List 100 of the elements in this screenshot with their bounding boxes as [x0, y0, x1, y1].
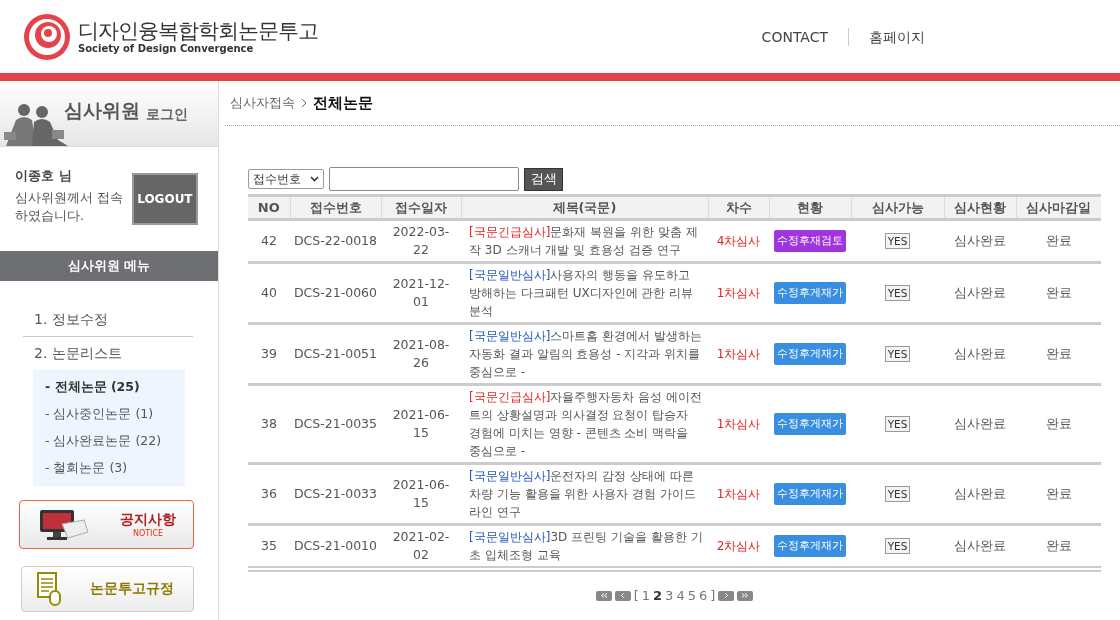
- paper-title-link[interactable]: [국문일반심사]3D 프린팅 기술을 활용한 기초 입체조형 교육: [469, 528, 704, 564]
- table-cell: 심사완료: [944, 219, 1016, 263]
- table-cell: DCS-21-0035: [290, 384, 381, 464]
- page-link[interactable]: 4: [676, 588, 685, 603]
- review-yes-button[interactable]: YES: [884, 233, 911, 249]
- paper-title-link[interactable]: [국문긴급심사]자율주행자동차 음성 에이전트의 상황설명과 의사결정 요청이 탑승자 경험에 미치는 영향 - 콘텐츠 소비 맥락을 중심으로 -: [469, 388, 704, 460]
- column-header: 차수: [708, 195, 769, 220]
- column-header: 심사가능: [851, 195, 944, 220]
- monitor-icon: [38, 507, 90, 542]
- review-yes-button[interactable]: YES: [884, 346, 911, 362]
- review-yes-button[interactable]: YES: [884, 538, 911, 554]
- review-yes-button[interactable]: YES: [884, 486, 911, 502]
- review-round: 1차심사: [716, 487, 761, 501]
- status-badge: 수정후재검토: [774, 230, 846, 252]
- table-cell: 완료: [1016, 262, 1101, 324]
- first-page-button[interactable]: [595, 590, 612, 601]
- table-cell: 35: [248, 524, 290, 569]
- column-header: 심사마감일: [1016, 195, 1101, 220]
- double-chevron-left-icon: [599, 593, 608, 598]
- menu-item[interactable]: 2. 논문리스트: [23, 337, 193, 370]
- table-cell: DCS-21-0010: [290, 524, 381, 569]
- page-link[interactable]: 5: [687, 588, 696, 603]
- paper-title-link[interactable]: [국문일반심사]사용자의 행동을 유도하고 방해하는 다크패턴 UX디자인에 관한 리뷰 분석: [469, 266, 704, 320]
- submenu-item[interactable]: - 전체논문 (25): [33, 374, 185, 401]
- column-header: 접수일자: [381, 195, 461, 220]
- table-cell: 심사완료: [944, 262, 1016, 324]
- column-header: 제목(국문): [461, 195, 708, 220]
- review-yes-button[interactable]: YES: [884, 416, 911, 432]
- menu-title: 심사위원 메뉴: [0, 251, 218, 281]
- notice-button[interactable]: 공지사항 NOTICE: [19, 500, 194, 549]
- table-cell: DCS-22-0018: [290, 219, 381, 263]
- table-cell: 심사완료: [944, 463, 1016, 525]
- search-type-select[interactable]: 접수번호: [248, 169, 324, 189]
- column-header: 접수번호: [290, 195, 381, 220]
- table-cell: 36: [248, 463, 290, 525]
- table-cell: 2021-12-01: [381, 262, 461, 324]
- logout-button[interactable]: LOGOUT: [131, 173, 198, 225]
- document-mouse-icon: [36, 571, 64, 607]
- paper-title-link[interactable]: [국문일반심사]스마트홈 환경에서 발생하는 자동화 결과 알림의 효용성 - 지각과 위치를 중심으로 -: [469, 327, 704, 381]
- table-cell: 42: [248, 219, 290, 263]
- chevron-right-icon: [301, 98, 307, 108]
- login-title: 심사위원: [64, 98, 140, 123]
- page-link[interactable]: 3: [665, 588, 674, 603]
- login-suffix: 로그인: [146, 106, 188, 124]
- table-cell: 완료: [1016, 463, 1101, 525]
- double-chevron-right-icon: [741, 593, 750, 598]
- submenu-item[interactable]: - 심사중인논문 (1): [33, 401, 185, 428]
- table-cell: 2021-06-15: [381, 384, 461, 464]
- rules-button[interactable]: 논문투고규정: [21, 566, 194, 612]
- prev-page-button[interactable]: [614, 590, 631, 601]
- nav-link[interactable]: 홈페이지: [848, 27, 945, 46]
- table-cell: 완료: [1016, 384, 1101, 464]
- table-cell: 39: [248, 323, 290, 385]
- submenu-item[interactable]: - 심사완료논문 (22): [33, 428, 185, 455]
- logo-title: 디자인융복합학회논문투고: [78, 19, 318, 43]
- page-link[interactable]: 1: [641, 588, 651, 603]
- submenu-item[interactable]: - 철회논문 (3): [33, 455, 185, 482]
- next-page-button[interactable]: [718, 590, 735, 601]
- table-cell: 완료: [1016, 219, 1101, 263]
- table-cell: 완료: [1016, 524, 1101, 569]
- breadcrumb-link[interactable]: 심사자접속: [230, 94, 295, 112]
- last-page-button[interactable]: [737, 590, 754, 601]
- user-message: 심사위원께서 접속하였습니다.: [15, 189, 124, 225]
- status-badge: 수정후게재가: [774, 343, 846, 365]
- table-cell: 2022-03-22: [381, 219, 461, 263]
- table-cell: DCS-21-0033: [290, 463, 381, 525]
- status-badge: 수정후게재가: [774, 413, 846, 435]
- table-cell: 2021-02-02: [381, 524, 461, 569]
- review-yes-button[interactable]: YES: [884, 285, 911, 301]
- page-link[interactable]: 2: [653, 588, 663, 603]
- search-button[interactable]: 검색: [524, 167, 563, 191]
- column-header: 현황: [769, 195, 851, 220]
- chevron-right-icon: [723, 593, 729, 598]
- review-round: 1차심사: [716, 286, 761, 300]
- menu-item[interactable]: 1. 정보수정: [23, 303, 193, 337]
- select-value: 접수번호: [253, 170, 301, 188]
- table-cell: 2021-06-15: [381, 463, 461, 525]
- table-cell: 심사완료: [944, 384, 1016, 464]
- table-cell: DCS-21-0051: [290, 323, 381, 385]
- bracket: ]: [710, 588, 716, 603]
- user-name: 이종호 님: [15, 167, 73, 185]
- table-cell: 2021-08-26: [381, 323, 461, 385]
- status-badge: 수정후게재가: [774, 535, 846, 557]
- review-round: 2차심사: [716, 539, 761, 553]
- review-round: 1차심사: [716, 347, 761, 361]
- table-cell: 심사완료: [944, 323, 1016, 385]
- paper-title-link[interactable]: [국문긴급심사]문화재 복원을 위한 맞춤 제작 3D 스캐너 개발 및 효용성 검증 연구: [469, 223, 704, 259]
- table-cell: 완료: [1016, 323, 1101, 385]
- page-link[interactable]: 6: [698, 588, 708, 603]
- paper-title-link[interactable]: [국문일반심사]운전자의 감정 상태에 따른 차량 기능 활용을 위한 사용자 경험 가이드라인 연구: [469, 467, 704, 521]
- search-field[interactable]: [329, 167, 519, 191]
- review-round: 4차심사: [716, 234, 761, 248]
- table-cell: DCS-21-0060: [290, 262, 381, 324]
- caret-icon: [310, 176, 319, 182]
- table-cell: 심사완료: [944, 524, 1016, 569]
- notice-title: 공지사항: [120, 511, 176, 529]
- review-round: 1차심사: [716, 417, 761, 431]
- status-badge: 수정후게재가: [774, 282, 846, 304]
- nav-link[interactable]: CONTACT: [741, 27, 848, 46]
- chevron-left-icon: [620, 593, 626, 598]
